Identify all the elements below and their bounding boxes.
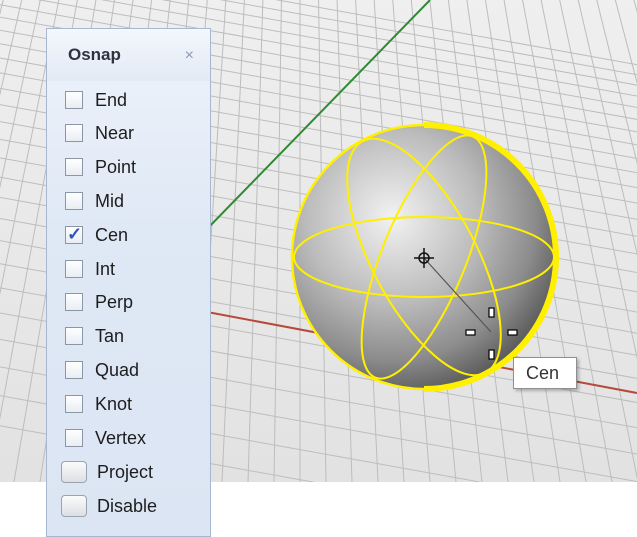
osnap-option-mid[interactable]: Mid <box>65 187 124 215</box>
osnap-toggle-label: Project <box>97 461 154 482</box>
osnap-option-label: End <box>95 89 128 110</box>
checkbox[interactable] <box>65 293 83 311</box>
checkbox[interactable] <box>65 124 83 142</box>
osnap-option-int[interactable]: Int <box>65 255 115 283</box>
grip-handle-icon[interactable] <box>465 329 476 336</box>
grip-handle-icon[interactable] <box>507 329 518 336</box>
checkbox[interactable] <box>65 91 83 109</box>
grip-handle-icon[interactable] <box>488 307 495 318</box>
checkbox-checked[interactable] <box>65 224 83 245</box>
osnap-option-cen[interactable]: Cen <box>65 221 128 249</box>
checkbox[interactable] <box>65 429 83 447</box>
osnap-tooltip: Cen <box>513 357 577 389</box>
osnap-option-vertex[interactable]: Vertex <box>65 424 146 452</box>
osnap-panel-header[interactable]: Osnap × <box>47 29 210 81</box>
osnap-option-label: Perp <box>95 291 134 312</box>
close-icon[interactable]: × <box>185 48 194 64</box>
osnap-toggle-disable[interactable]: Disable <box>61 492 158 520</box>
osnap-option-label: Cen <box>95 224 129 245</box>
osnap-panel: Osnap × End Near Point Mid Cen Int Perp … <box>46 28 211 537</box>
toggle-button[interactable] <box>61 461 87 483</box>
osnap-option-label: Tan <box>95 325 125 346</box>
osnap-option-label: Knot <box>95 393 133 414</box>
osnap-option-end[interactable]: End <box>65 86 127 114</box>
osnap-option-knot[interactable]: Knot <box>65 390 132 418</box>
osnap-toggle-project[interactable]: Project <box>61 458 154 486</box>
checkbox[interactable] <box>65 192 83 210</box>
grip-handle-icon[interactable] <box>488 349 495 360</box>
osnap-option-tan[interactable]: Tan <box>65 322 124 350</box>
osnap-panel-title: Osnap <box>68 45 121 64</box>
checkbox[interactable] <box>65 395 83 413</box>
checkbox[interactable] <box>65 260 83 278</box>
osnap-option-label: Vertex <box>95 427 147 448</box>
osnap-option-label: Int <box>95 258 116 279</box>
checkbox[interactable] <box>65 327 83 345</box>
osnap-option-perp[interactable]: Perp <box>65 288 133 316</box>
checkbox[interactable] <box>65 361 83 379</box>
checkbox[interactable] <box>65 158 83 176</box>
osnap-option-point[interactable]: Point <box>65 153 136 181</box>
toggle-button[interactable] <box>61 495 87 517</box>
osnap-option-label: Quad <box>95 359 140 380</box>
osnap-option-label: Point <box>95 156 137 177</box>
osnap-toggle-label: Disable <box>97 495 158 516</box>
osnap-option-label: Near <box>95 122 135 143</box>
osnap-option-near[interactable]: Near <box>65 119 134 147</box>
osnap-option-quad[interactable]: Quad <box>65 356 139 384</box>
osnap-option-label: Mid <box>95 190 125 211</box>
osnap-tooltip-text: Cen <box>526 362 560 383</box>
